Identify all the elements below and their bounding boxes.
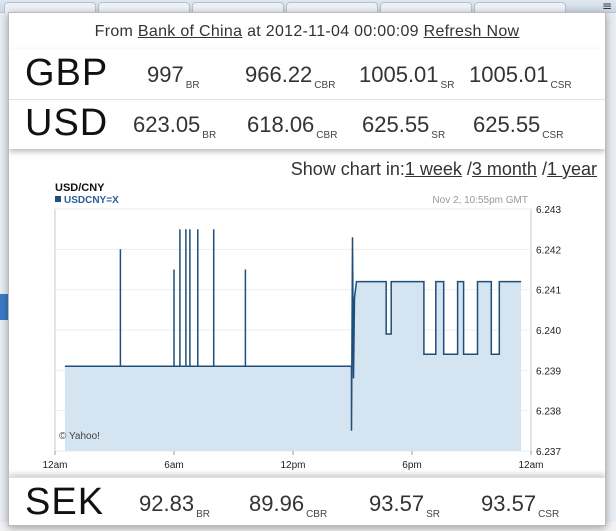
x-tick-label: 6pm [402, 460, 421, 471]
y-tick-label: 6.243 [536, 205, 561, 216]
chart-1-week-link[interactable]: 1 week [405, 159, 462, 179]
cash-selling-rate: 93.57 CSR [481, 491, 560, 520]
rates-table: GBP 997 BR 966.22 CBR 1005.01 SR 1005.01 CSR… [9, 49, 605, 149]
buying-rate: 997 BR [147, 62, 200, 91]
chart-canvas: USD/CNY USDCNY=X Nov 2, 10:55pm GMT 6.24… [42, 182, 561, 471]
x-tick-label: 6am [164, 460, 183, 471]
selling-rate: 1005.01 SR [359, 62, 455, 91]
chart-title: USD/CNY [55, 182, 105, 194]
source-header: From Bank of China at 2012-11-04 00:00:0… [94, 23, 520, 40]
currency-code: SEK [25, 481, 105, 523]
chart-legend: USDCNY=X [64, 195, 119, 206]
cash-buying-rate: 966.22 CBR [245, 62, 336, 91]
chart-3-month-link[interactable]: 3 month [472, 159, 537, 179]
menu-icon[interactable]: ≡ [602, 0, 612, 12]
x-tick-label: 12pm [280, 460, 305, 471]
x-tick-label: 12am [42, 460, 67, 471]
cash-buying-rate: 618.06 CBR [247, 112, 338, 141]
rate-row-sek: SEK 92.83 BR 89.96 CBR 93.57 SR 93.57 CSR [9, 477, 605, 525]
y-tick-label: 6.238 [536, 407, 561, 418]
cash-selling-rate: 625.55 CSR [473, 112, 564, 141]
chart-source: © Yahoo! [59, 431, 100, 442]
refresh-now-link[interactable]: Refresh Now [424, 23, 520, 40]
rate-row-gbp: GBP 997 BR 966.22 CBR 1005.01 SR 1005.01 CSR [9, 49, 605, 100]
selling-rate: 625.55 SR [362, 112, 446, 141]
y-tick-label: 6.239 [536, 366, 561, 377]
y-tick-label: 6.240 [536, 326, 561, 337]
buying-rate: 92.83 BR [139, 491, 210, 520]
buying-rate: 623.05 BR [133, 112, 217, 141]
legend-swatch [55, 196, 61, 202]
currency-code: USD [25, 102, 109, 144]
currency-code: GBP [25, 52, 109, 94]
y-tick-label: 6.242 [536, 245, 561, 256]
background-panel-edge [0, 294, 8, 320]
chart-range-selector: Show chart in:1 week /3 month /1 year [290, 159, 597, 179]
selling-rate: 93.57 SR [369, 491, 440, 520]
chart-timestamp: Nov 2, 10:55pm GMT [432, 195, 528, 206]
usd-cny-chart: USD/CNY USDCNY=X Nov 2, 10:55pm GMT 6.24… [9, 179, 605, 475]
x-tick-label: 12am [518, 460, 543, 471]
chart-1-year-link[interactable]: 1 year [547, 159, 597, 179]
cash-selling-rate: 1005.01 CSR [469, 62, 572, 91]
y-tick-label: 6.237 [536, 447, 561, 458]
bank-of-china-link[interactable]: Bank of China [138, 23, 242, 40]
exchange-rate-popup: From Bank of China at 2012-11-04 00:00:0… [8, 12, 606, 526]
cash-buying-rate: 89.96 CBR [249, 491, 328, 520]
y-tick-label: 6.241 [536, 286, 561, 297]
rate-row-usd: USD 623.05 BR 618.06 CBR 625.55 SR 625.55 CS… [9, 99, 605, 149]
